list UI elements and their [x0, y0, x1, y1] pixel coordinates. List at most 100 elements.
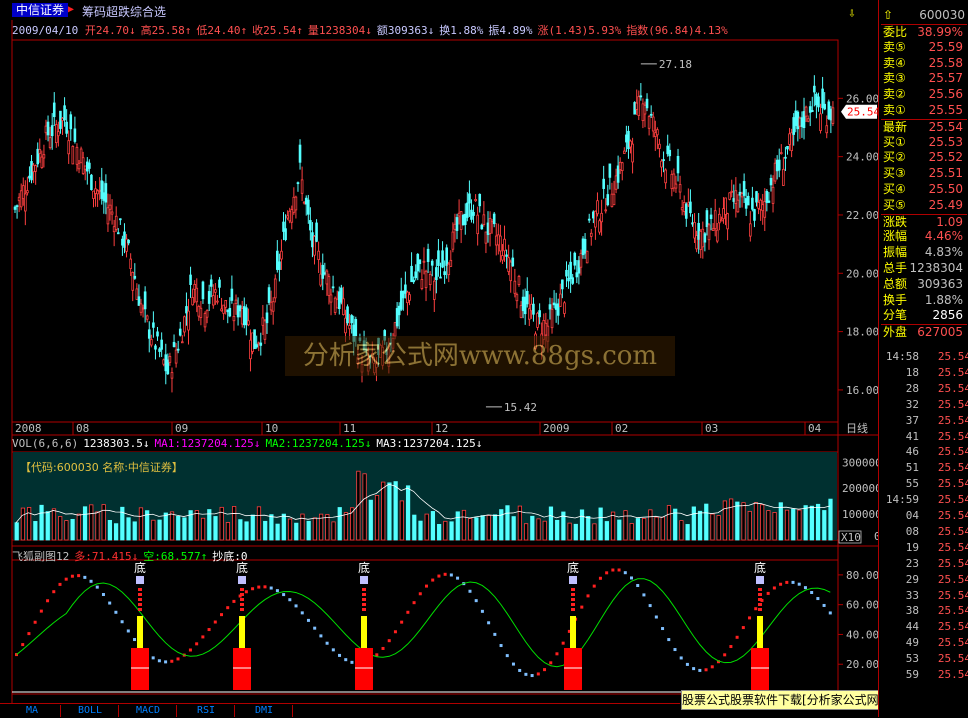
candle: [59, 110, 62, 134]
indicator-dot: [611, 568, 615, 572]
volume-bar: [82, 506, 88, 541]
indicator-axis-label: 80.00: [846, 569, 878, 582]
candle: [170, 367, 174, 393]
current-price-tag: 25.54: [847, 106, 878, 119]
candle: [185, 292, 188, 326]
buy-level-value: 25.50: [928, 182, 963, 196]
candle: [519, 301, 523, 319]
candle: [645, 93, 649, 112]
candle: [623, 147, 626, 154]
tick-row: 38 25.54: [881, 603, 968, 618]
volume-bar: [536, 518, 541, 541]
buy-level-value: 25.49: [928, 197, 963, 212]
bottom-marker: 底: [355, 560, 373, 690]
candle: [567, 264, 570, 289]
volume-bar: [629, 523, 634, 541]
candle: [422, 247, 426, 275]
candle: [523, 288, 527, 325]
candle: [302, 201, 306, 205]
candle: [821, 76, 824, 114]
candle: [245, 304, 248, 336]
bottom-marker-label: 底: [754, 560, 766, 575]
candle: [125, 234, 128, 258]
candle: [222, 304, 225, 320]
tab-rsi[interactable]: RSI: [178, 705, 235, 717]
latest-price-value: 25.54: [928, 119, 963, 134]
candle: [499, 224, 502, 263]
candle: [249, 329, 252, 372]
candle: [755, 190, 758, 207]
volume-bar: [691, 506, 696, 541]
candle: [763, 188, 767, 232]
candle: [592, 210, 595, 224]
candle: [300, 166, 304, 202]
candle: [156, 327, 159, 341]
bottom-marker: 底: [233, 560, 251, 690]
buy-level-label: 买①: [883, 134, 906, 149]
candle: [240, 300, 244, 328]
volume-bar: [443, 520, 448, 541]
candle: [579, 249, 583, 276]
volume-bar: [393, 481, 398, 541]
indicator-dot: [785, 580, 789, 584]
candle: [40, 150, 44, 169]
indicator-dot: [213, 620, 217, 624]
candle: [276, 240, 279, 273]
candle: [709, 207, 713, 231]
volume-bar: [362, 473, 367, 541]
folder-icon[interactable]: ⇧: [883, 8, 893, 23]
candle: [323, 262, 327, 276]
candle: [684, 202, 688, 227]
tab-ma[interactable]: MA: [4, 705, 61, 717]
candle: [672, 168, 676, 192]
volume-bar: [39, 504, 44, 541]
candle: [734, 177, 738, 218]
candle: [470, 199, 473, 223]
candle: [319, 262, 322, 288]
candle: [38, 138, 42, 163]
wei-bi: 委比 38.99%: [881, 24, 967, 40]
candle: [145, 314, 149, 323]
candle: [656, 127, 659, 150]
candle: [819, 103, 822, 134]
candle: [114, 206, 118, 232]
candle: [203, 311, 207, 332]
candle: [331, 275, 335, 293]
candle: [73, 116, 77, 144]
candle: [786, 145, 789, 155]
volume-bar: [200, 517, 206, 541]
volume-bar: [331, 521, 336, 541]
bottom-marker-label: 底: [567, 560, 579, 575]
sell-level: 卖② 25.56: [881, 87, 967, 102]
tick-price: 25.54: [937, 445, 968, 459]
candle: [306, 194, 310, 224]
candle: [488, 211, 492, 247]
candle: [455, 213, 459, 240]
volume-bar: [368, 499, 373, 541]
tick-time: 08: [905, 524, 919, 538]
tab-macd[interactable]: MACD: [120, 705, 177, 717]
candle: [100, 167, 104, 205]
candle: [618, 157, 622, 174]
candle: [135, 283, 139, 300]
indicator-dot: [393, 630, 397, 634]
candle: [528, 294, 531, 327]
candle: [620, 161, 624, 181]
volume-bar: [722, 500, 727, 541]
volume-header-item: MA3:1237204.125↓: [376, 437, 483, 450]
candle: [139, 298, 143, 316]
tab-dmi[interactable]: DMI: [236, 705, 293, 717]
tick-time: 55: [905, 477, 919, 491]
tick-row: 04 25.54: [881, 508, 968, 523]
candle: [662, 151, 665, 173]
tab-boll[interactable]: BOLL: [62, 705, 119, 717]
indicator-dot: [282, 593, 286, 597]
candle: [102, 181, 106, 214]
candle: [201, 280, 205, 304]
volume-bar: [263, 520, 268, 541]
candle: [333, 296, 337, 316]
volume-bar: [138, 507, 144, 541]
quote-stat: 总额 309363: [881, 277, 967, 292]
candle: [513, 268, 517, 298]
tick-price: 25.54: [937, 604, 968, 618]
